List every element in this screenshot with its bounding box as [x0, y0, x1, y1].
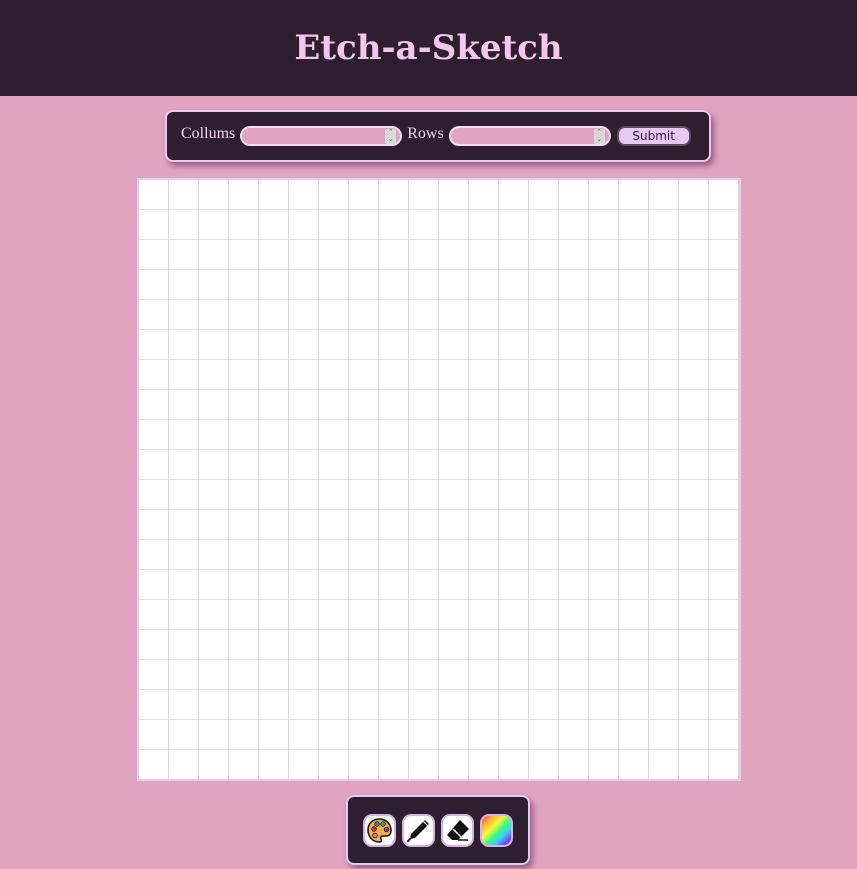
palette-icon	[367, 817, 392, 843]
columns-input[interactable]: ⌃ ⌄	[240, 126, 403, 146]
palette-button[interactable]	[363, 813, 396, 847]
rainbow-button[interactable]	[480, 813, 513, 847]
submit-button[interactable]: Submit	[616, 126, 691, 146]
tool-bar	[346, 795, 530, 865]
rows-input[interactable]: ⌃ ⌄	[448, 126, 611, 146]
pen-icon	[407, 819, 429, 842]
columns-label: Collums	[181, 125, 236, 142]
rows-spinner-icon[interactable]: ⌃ ⌄	[593, 129, 605, 144]
pen-button[interactable]	[402, 813, 435, 847]
grid-size-controls: Collums ⌃ ⌄ Rows ⌃ ⌄ Submit	[165, 110, 711, 162]
page-title: Etch-a-Sketch	[294, 28, 563, 68]
rows-label: Rows	[407, 125, 444, 142]
columns-spinner-icon[interactable]: ⌃ ⌄	[385, 129, 397, 144]
page-header: Etch-a-Sketch	[0, 0, 857, 96]
eraser-icon	[447, 819, 469, 841]
eraser-button[interactable]	[441, 813, 474, 847]
sketch-grid[interactable]	[137, 178, 741, 781]
